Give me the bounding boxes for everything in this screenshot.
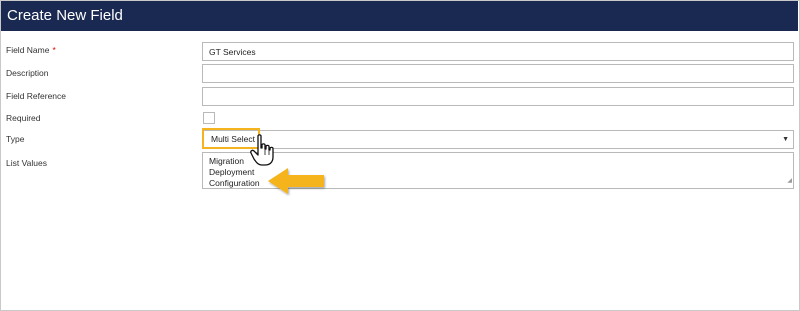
orange-arrow-icon — [268, 168, 324, 194]
required-star: * — [52, 45, 56, 55]
required-checkbox[interactable] — [203, 112, 215, 124]
field-reference-input[interactable] — [202, 87, 794, 106]
list-values-label: List Values — [6, 158, 47, 168]
resize-handle-icon[interactable]: ◢ — [787, 176, 792, 187]
type-label: Type — [6, 134, 25, 144]
type-select[interactable]: Multi Select ▼ — [202, 130, 794, 149]
page-title: Create New Field — [7, 7, 123, 24]
required-label: Required — [6, 113, 41, 123]
hand-pointer-icon — [250, 134, 274, 166]
description-label: Description — [6, 68, 49, 78]
field-name-label: Field Name * — [6, 45, 56, 55]
field-name-label-text: Field Name — [6, 45, 50, 55]
dialog-header: Create New Field — [1, 1, 798, 31]
description-input[interactable] — [202, 64, 794, 83]
field-name-input[interactable] — [202, 42, 794, 61]
chevron-down-icon[interactable]: ▼ — [782, 131, 789, 148]
field-reference-label: Field Reference — [6, 91, 67, 101]
